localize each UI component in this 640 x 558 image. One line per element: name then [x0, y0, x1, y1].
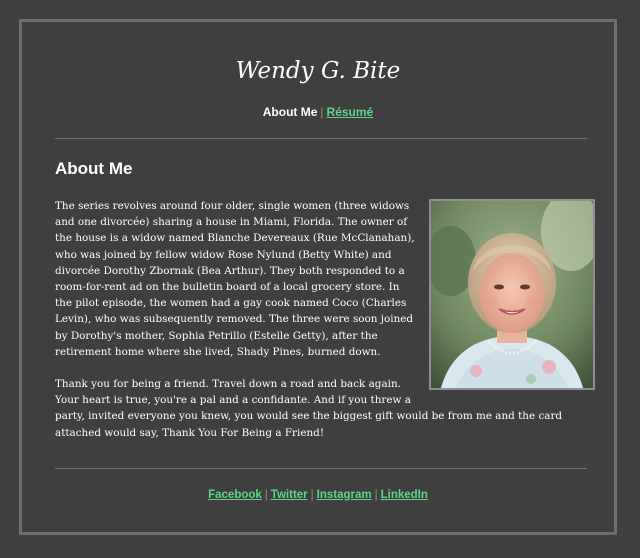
section-heading: About Me [55, 159, 133, 178]
nav-separator: | [320, 105, 324, 119]
nav-item-about-me[interactable]: About Me [263, 105, 318, 119]
portrait-photo [429, 199, 595, 390]
divider-bottom [55, 468, 587, 469]
site-title: Wendy G. Bite [235, 58, 401, 84]
footer-separator: | [374, 489, 378, 501]
footer-separator: | [264, 489, 268, 501]
footer-nav: Facebook | Twitter | Instagram | LinkedIn [22, 489, 614, 501]
about-content: The series revolves around four older, s… [55, 198, 595, 441]
footer-link-linkedin[interactable]: LinkedIn [381, 489, 428, 501]
divider-top [55, 138, 587, 139]
portrait-image [431, 201, 593, 388]
footer-link-twitter[interactable]: Twitter [271, 489, 308, 501]
footer-link-instagram[interactable]: Instagram [317, 489, 372, 501]
nav-link-resume[interactable]: Résumé [327, 105, 374, 119]
footer-separator: | [310, 489, 314, 501]
footer-link-facebook[interactable]: Facebook [208, 489, 262, 501]
page-frame: Wendy G. Bite About Me|Résumé About Me [19, 19, 617, 535]
top-nav: About Me | Résumé [22, 105, 614, 119]
